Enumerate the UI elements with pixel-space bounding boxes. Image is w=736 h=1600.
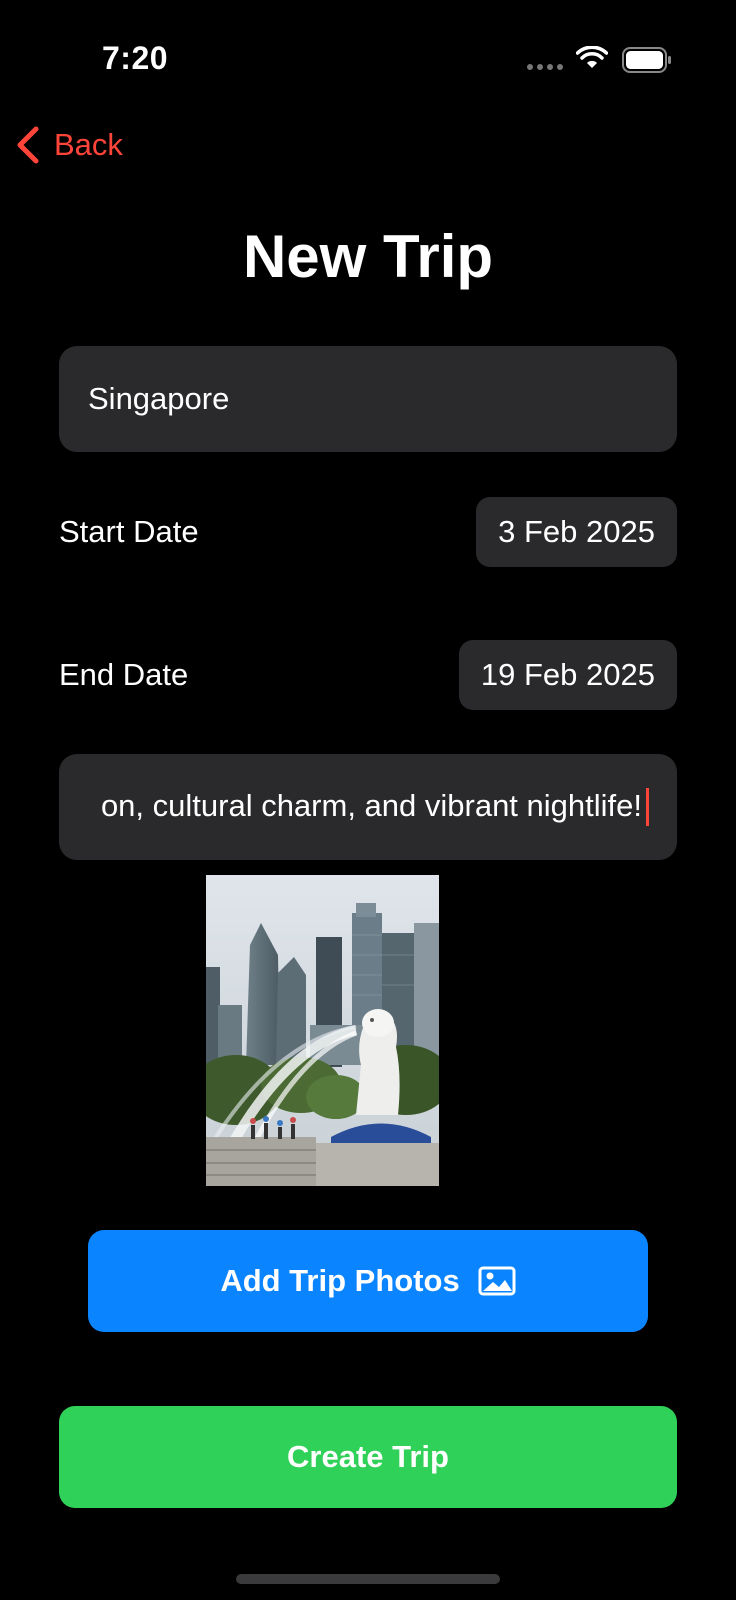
signal-icon bbox=[527, 64, 563, 70]
battery-icon bbox=[622, 47, 671, 73]
end-date-row: End Date 19 Feb 2025 bbox=[59, 640, 677, 710]
home-indicator[interactable] bbox=[236, 1574, 500, 1584]
start-date-label: Start Date bbox=[59, 514, 199, 549]
end-date-label: End Date bbox=[59, 657, 189, 692]
back-button[interactable]: Back bbox=[14, 122, 123, 168]
create-trip-button[interactable]: Create Trip bbox=[59, 1406, 677, 1508]
text-cursor bbox=[646, 788, 649, 827]
back-label: Back bbox=[54, 127, 123, 162]
start-date-row: Start Date 3 Feb 2025 bbox=[59, 497, 677, 567]
description-field[interactable]: on, cultural charm, and vibrant nightlif… bbox=[59, 754, 677, 860]
create-trip-label: Create Trip bbox=[287, 1439, 449, 1474]
trip-name-field[interactable]: Singapore bbox=[59, 346, 677, 452]
status-bar: 7:20 bbox=[0, 0, 736, 120]
description-value: on, cultural charm, and vibrant nightlif… bbox=[101, 788, 649, 827]
status-time: 7:20 bbox=[102, 40, 169, 76]
page-title: New Trip bbox=[242, 223, 494, 290]
trip-name-value: Singapore bbox=[88, 381, 230, 416]
start-date-picker[interactable]: 3 Feb 2025 bbox=[476, 497, 677, 567]
end-date-picker[interactable]: 19 Feb 2025 bbox=[458, 640, 677, 710]
description-text: on, cultural charm, and vibrant nightlif… bbox=[100, 787, 642, 823]
add-trip-photos-label: Add Trip Photos bbox=[220, 1263, 460, 1298]
photo-icon bbox=[478, 1266, 516, 1296]
merlion-photo[interactable] bbox=[206, 875, 439, 1186]
add-trip-photos-button[interactable]: Add Trip Photos bbox=[88, 1230, 648, 1332]
chevron-left-icon bbox=[17, 126, 39, 164]
wifi-icon bbox=[576, 46, 608, 68]
